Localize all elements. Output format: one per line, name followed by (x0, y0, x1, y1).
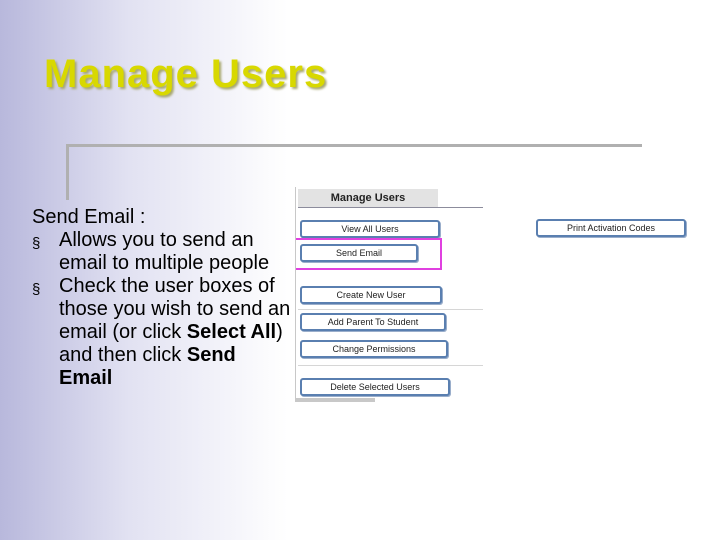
add-parent-to-student-button[interactable]: Add Parent To Student (300, 313, 446, 331)
manage-users-header: Manage Users (298, 189, 438, 207)
print-activation-codes-button[interactable]: Print Activation Codes (536, 219, 686, 237)
screenshot-bottom-edge (295, 398, 375, 402)
bullet-heading: Send Email : (32, 206, 292, 229)
slide-title: Manage Users (44, 52, 328, 96)
title-underline (66, 144, 642, 147)
bullet-text: Allows you to send an email to multiple … (59, 229, 270, 274)
view-all-users-button[interactable]: View All Users (300, 220, 440, 238)
section-sign-icon: § (32, 235, 41, 252)
bullet-content: Send Email : § Allows you to send an ema… (32, 206, 292, 390)
bullet-item: § Check the user boxes of those you wish… (32, 275, 292, 390)
change-permissions-button[interactable]: Change Permissions (300, 340, 448, 358)
bullet-heading-colon: : (134, 206, 146, 228)
send-email-button[interactable]: Send Email (300, 244, 418, 262)
section-sign-icon: § (32, 281, 41, 298)
title-side-rule (66, 144, 69, 200)
bullet-item: § Allows you to send an email to multipl… (32, 229, 292, 275)
create-new-user-button[interactable]: Create New User (300, 286, 442, 304)
bullet-bold-select-all: Select All (186, 321, 277, 343)
section-divider (298, 309, 483, 310)
bullet-heading-label: Send Email (32, 206, 135, 228)
section-divider (298, 365, 483, 366)
bullet-list: § Allows you to send an email to multipl… (32, 229, 292, 390)
manage-users-screenshot: Manage Users View All Users Send Email C… (295, 187, 697, 402)
delete-selected-users-button[interactable]: Delete Selected Users (300, 378, 450, 396)
header-divider (298, 207, 483, 208)
